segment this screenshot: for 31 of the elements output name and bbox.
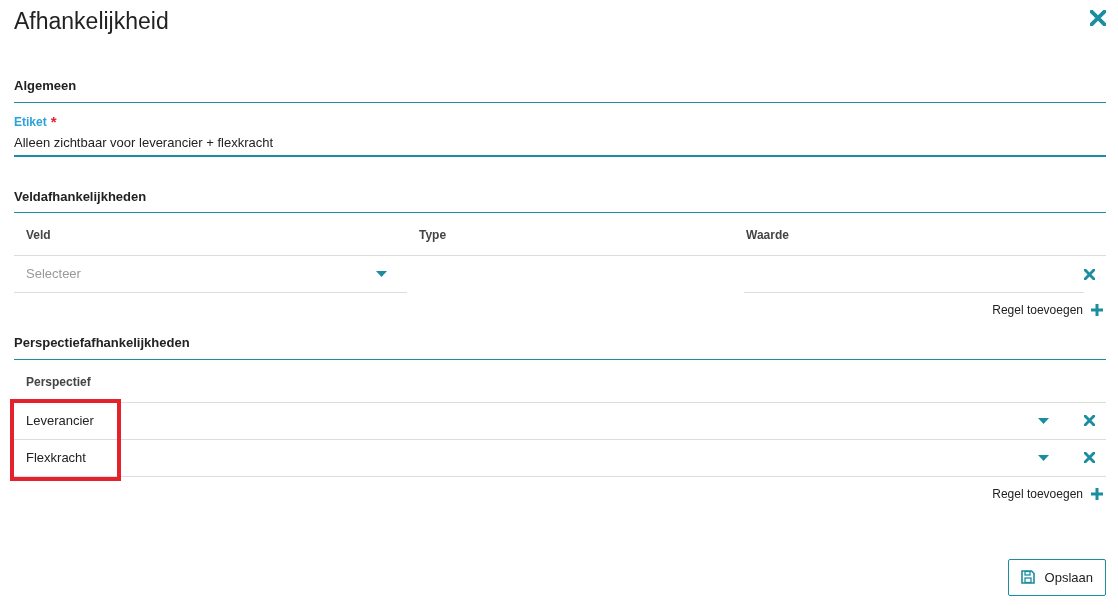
section-heading: Algemeen — [14, 76, 1106, 103]
dropdown-button[interactable] — [1038, 417, 1049, 424]
column-header: Waarde — [745, 227, 790, 244]
caret-icon — [376, 271, 387, 277]
section-heading: Veldafhankelijkheden — [14, 186, 1106, 213]
column-header: Perspectief — [25, 373, 92, 391]
section-heading: Perspectiefafhankelijkheden — [14, 333, 1106, 360]
save-button[interactable]: Opslaan — [1007, 558, 1106, 596]
column-header: Type — [418, 227, 448, 244]
close-button[interactable] — [1090, 10, 1106, 26]
close-icon — [1084, 452, 1095, 463]
add-row-link[interactable]: Regel toevoegen — [992, 484, 1103, 503]
close-icon — [1090, 10, 1106, 26]
caret-icon — [1038, 417, 1049, 424]
required-marker: * — [50, 111, 57, 132]
perspective-name: Flexkracht — [25, 448, 86, 467]
placeholder-text: Selecteer — [26, 265, 81, 284]
column-header: Veld — [25, 227, 52, 244]
plus-icon — [1091, 487, 1103, 500]
dialog-title: Afhankelijkheid — [14, 7, 169, 36]
remove-button[interactable] — [1084, 415, 1095, 426]
field-label: Etiket — [14, 113, 47, 131]
caret-icon — [1038, 454, 1049, 461]
perspective-name: Leverancier — [25, 411, 94, 430]
close-icon — [1084, 269, 1095, 280]
remove-button[interactable] — [1084, 269, 1095, 280]
add-row-link[interactable]: Regel toevoegen — [992, 301, 1103, 319]
dropdown-button[interactable] — [1038, 454, 1049, 461]
remove-button[interactable] — [1084, 452, 1095, 463]
close-icon — [1084, 415, 1095, 426]
plus-icon — [1091, 304, 1103, 316]
